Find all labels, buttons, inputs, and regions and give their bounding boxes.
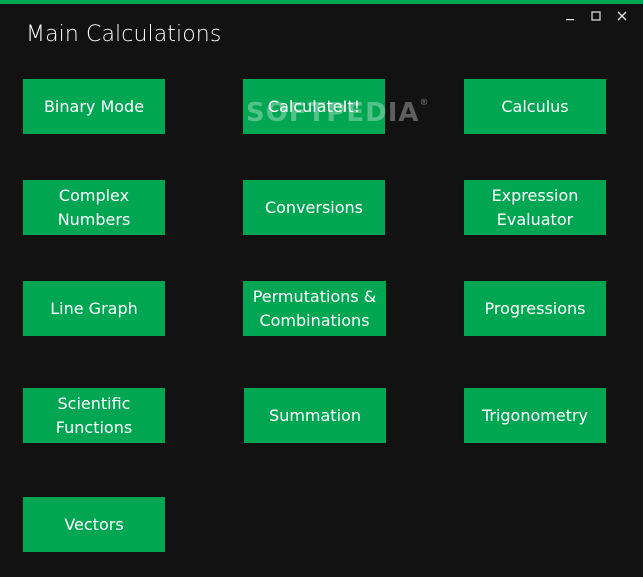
summation-tile[interactable]: Summation xyxy=(244,388,386,443)
tile-label: Line Graph xyxy=(50,298,138,318)
tile-label: Scientific Functions xyxy=(55,393,133,437)
tile-label: Trigonometry xyxy=(481,405,589,425)
binary-mode-tile[interactable]: Binary Mode xyxy=(23,79,165,134)
tile-label: Calculus xyxy=(501,96,569,116)
line-graph-tile[interactable]: Line Graph xyxy=(23,281,165,336)
maximize-button[interactable] xyxy=(583,8,609,24)
tile-label: Binary Mode xyxy=(43,96,145,116)
tile-label: Progressions xyxy=(484,298,586,318)
permutations-combinations-tile[interactable]: Permutations & Combinations xyxy=(243,281,386,336)
complex-numbers-tile[interactable]: Complex Numbers xyxy=(23,180,165,235)
window-controls xyxy=(557,8,635,24)
calculateit-tile[interactable]: CalculateIt! xyxy=(243,79,385,134)
tile-label: Complex Numbers xyxy=(57,185,131,229)
watermark-registered-mark: ® xyxy=(419,98,430,108)
close-icon xyxy=(617,11,627,21)
calculus-tile[interactable]: Calculus xyxy=(464,79,606,134)
tile-label: Permutations & Combinations xyxy=(252,286,377,330)
progressions-tile[interactable]: Progressions xyxy=(464,281,606,336)
tile-label: Vectors xyxy=(64,514,124,534)
minimize-icon xyxy=(566,19,574,21)
close-button[interactable] xyxy=(609,8,635,24)
tile-label: CalculateIt! xyxy=(267,96,361,116)
conversions-tile[interactable]: Conversions xyxy=(243,180,385,235)
expression-evaluator-tile[interactable]: Expression Evaluator xyxy=(464,180,606,235)
tile-label: Summation xyxy=(269,405,361,425)
top-accent-bar xyxy=(0,0,643,4)
tile-label: Expression Evaluator xyxy=(491,185,579,229)
tile-label: Conversions xyxy=(264,197,364,217)
trigonometry-tile[interactable]: Trigonometry xyxy=(464,388,606,443)
maximize-icon xyxy=(591,11,601,21)
minimize-button[interactable] xyxy=(557,8,583,24)
scientific-functions-tile[interactable]: Scientific Functions xyxy=(23,388,165,443)
page-title: Main Calculations xyxy=(26,22,222,47)
vectors-tile[interactable]: Vectors xyxy=(23,497,165,552)
